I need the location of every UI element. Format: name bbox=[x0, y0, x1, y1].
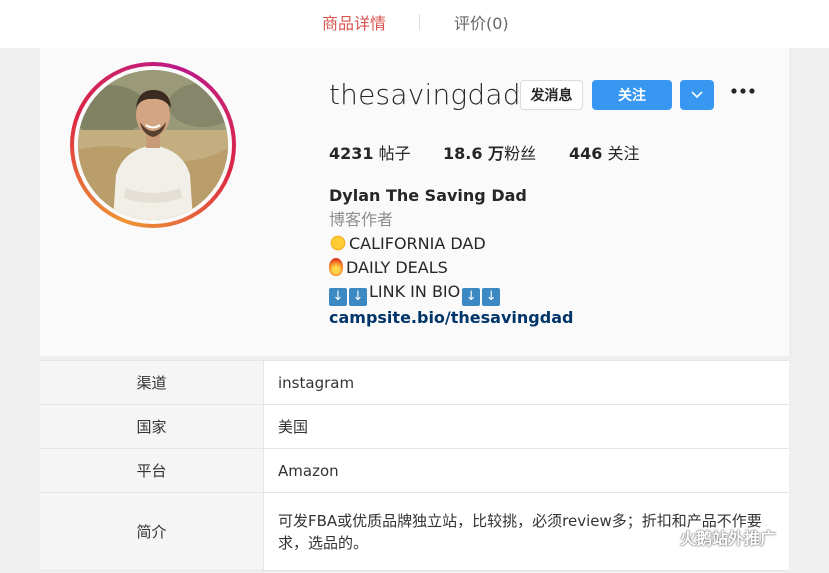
bio-line: CALIFORNIA DAD bbox=[329, 232, 573, 256]
following-count[interactable]: 446 关注 bbox=[569, 140, 640, 164]
sun-icon bbox=[329, 234, 347, 252]
row-value: Amazon bbox=[278, 461, 339, 480]
row-value: 美国 bbox=[278, 417, 309, 436]
tab-divider bbox=[419, 14, 420, 30]
row-label: 国家 bbox=[40, 405, 264, 448]
table-row: 渠道 instagram bbox=[40, 361, 789, 405]
chevron-down-icon bbox=[691, 91, 703, 99]
followers-count[interactable]: 18.6 万粉丝 bbox=[443, 140, 536, 164]
posts-count[interactable]: 4231 帖子 bbox=[329, 140, 411, 164]
profile-header: thesavingdad 发消息 关注 4231 帖子 18.6 万粉丝 446… bbox=[40, 48, 789, 356]
tab-bar: 商品详情 评价(0) bbox=[0, 0, 829, 48]
send-message-button[interactable]: 发消息 bbox=[520, 80, 583, 110]
avatar-story-ring[interactable] bbox=[70, 62, 236, 228]
bio-line: ↓ ↓ LINK IN BIO ↓ ↓ bbox=[329, 280, 573, 306]
bio-link[interactable]: campsite.bio/thesavingdad bbox=[329, 306, 573, 330]
down-arrow-icon: ↓ bbox=[349, 288, 367, 306]
watermark: 火鹅站外推广 bbox=[646, 525, 776, 549]
wechat-icon bbox=[646, 526, 674, 548]
display-name: Dylan The Saving Dad bbox=[329, 186, 527, 205]
avatar-photo-icon bbox=[78, 70, 228, 220]
bio-line: DAILY DEALS bbox=[329, 256, 573, 280]
avatar bbox=[78, 70, 228, 220]
row-label: 平台 bbox=[40, 449, 264, 492]
fire-icon bbox=[329, 258, 343, 276]
username: thesavingdad bbox=[329, 78, 521, 111]
down-arrow-icon: ↓ bbox=[482, 288, 501, 306]
down-arrow-icon: ↓ bbox=[462, 288, 481, 306]
table-row: 国家 美国 bbox=[40, 405, 789, 449]
more-options-icon[interactable] bbox=[730, 82, 756, 106]
table-row: 平台 Amazon bbox=[40, 449, 789, 493]
tab-product-details[interactable]: 商品详情 bbox=[322, 10, 386, 34]
account-category: 博客作者 bbox=[329, 210, 394, 229]
row-label: 简介 bbox=[40, 493, 264, 570]
follow-button[interactable]: 关注 bbox=[592, 80, 672, 110]
down-arrow-icon: ↓ bbox=[329, 288, 347, 306]
suggested-dropdown-button[interactable] bbox=[680, 80, 714, 110]
row-label: 渠道 bbox=[40, 361, 264, 404]
row-value: instagram bbox=[278, 373, 355, 392]
profile-bio: Dylan The Saving Dad 博客作者 CALIFORNIA DAD… bbox=[329, 184, 573, 330]
tab-reviews[interactable]: 评价(0) bbox=[454, 10, 509, 34]
